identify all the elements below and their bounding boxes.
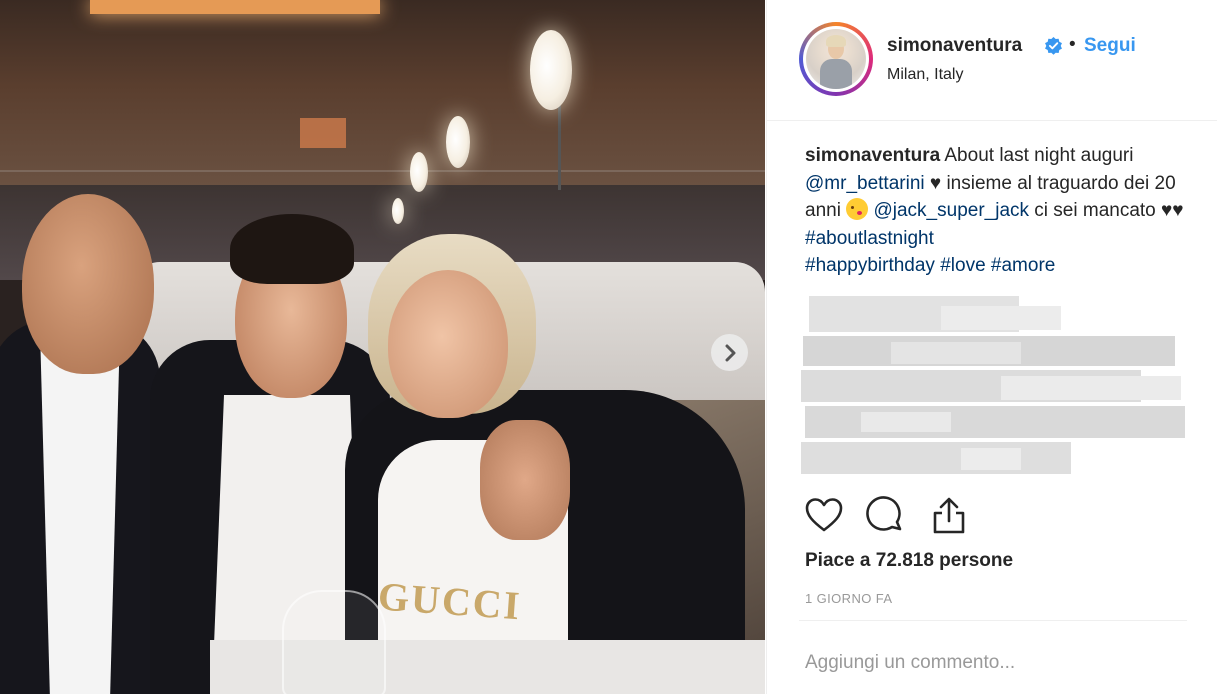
pixelated-comments	[801, 292, 1189, 478]
avatar-figure	[826, 35, 846, 47]
photo-person-hand	[480, 420, 570, 540]
pixel-block	[891, 342, 1021, 364]
caption-mention-link[interactable]: @mr_bettarini	[805, 173, 925, 194]
photo-ceiling-light	[300, 118, 346, 148]
post-photo[interactable]: GUCCI	[0, 0, 765, 694]
post-timestamp[interactable]: 1 GIORNO FA	[805, 591, 892, 606]
instagram-post-view: GUCCI simonaventura • Segui Milan, Italy…	[0, 0, 1217, 694]
photo-lamp-pole	[558, 100, 561, 190]
photo-ceiling-light	[90, 0, 380, 14]
location-link[interactable]: Milan, Italy	[887, 66, 963, 84]
verified-badge-icon	[1045, 36, 1062, 55]
pixel-block	[801, 442, 1071, 474]
caption-text: About last night auguri	[940, 145, 1134, 166]
photo-person-head	[22, 194, 154, 374]
pixel-block	[1001, 376, 1181, 400]
photo-window-frame	[0, 170, 765, 172]
comment-input[interactable]	[805, 648, 1185, 678]
kiss-emoji-icon	[846, 198, 869, 220]
avatar-figure	[820, 59, 852, 89]
photo-ceiling	[0, 0, 765, 190]
post-sidebar: simonaventura • Segui Milan, Italy simon…	[766, 0, 1217, 694]
caption-text: ci sei mancato ♥♥	[1029, 200, 1184, 221]
pixel-block	[861, 412, 951, 432]
caption-hashtag-link[interactable]: #happybirthday	[805, 255, 935, 276]
photo-person-hair	[230, 214, 354, 284]
caption-hashtag-link[interactable]: #amore	[991, 255, 1055, 276]
avatar[interactable]	[799, 22, 873, 96]
follow-button[interactable]: Segui	[1084, 35, 1136, 57]
post-caption: simonaventura About last night auguri @m…	[805, 142, 1205, 280]
photo-wine-glass	[282, 590, 386, 694]
photo-lamp	[530, 30, 572, 110]
header-username-link[interactable]: simonaventura	[887, 35, 1022, 57]
chevron-right-icon	[725, 344, 735, 361]
caption-hashtag-link[interactable]: #love	[940, 255, 985, 276]
photo-lamp	[410, 152, 428, 192]
comment-bubble-icon[interactable]	[866, 496, 906, 536]
photo-person-head	[388, 270, 508, 418]
caption-username-link[interactable]: simonaventura	[805, 145, 940, 166]
likes-count[interactable]: Piace a 72.818 persone	[805, 550, 1013, 572]
action-bar	[767, 490, 1217, 546]
photo-lamp	[392, 198, 404, 224]
avatar-image	[806, 29, 866, 89]
header-separator: •	[1069, 34, 1076, 55]
heart-icon[interactable]	[804, 496, 844, 536]
caption-mention-link[interactable]: @jack_super_jack	[873, 200, 1029, 221]
photo-lamp	[446, 116, 470, 168]
divider	[799, 620, 1187, 621]
next-photo-button[interactable]	[711, 334, 748, 371]
pixel-block	[961, 448, 1021, 470]
post-header: simonaventura • Segui Milan, Italy	[767, 0, 1217, 121]
avatar-border	[803, 26, 869, 92]
caption-hashtag-link[interactable]: #aboutlastnight	[805, 228, 934, 249]
pixel-block	[941, 306, 1061, 330]
share-icon[interactable]	[929, 496, 969, 536]
